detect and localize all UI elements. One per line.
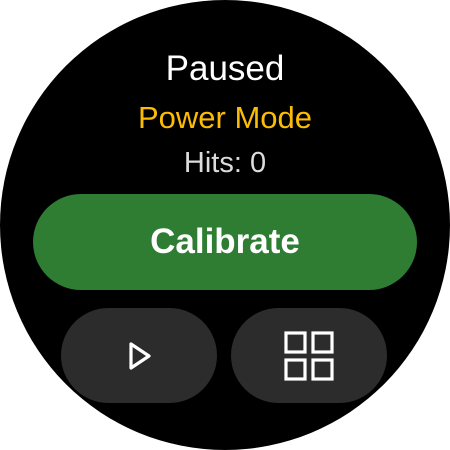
watch-face: Paused Power Mode Hits: 0 Calibrate: [0, 0, 450, 450]
mode-text: Power Mode: [137, 100, 313, 135]
status-text: Paused: [165, 49, 285, 88]
calibrate-label: Calibrate: [150, 222, 300, 261]
grid-button[interactable]: [231, 308, 387, 403]
grid-icon: [283, 330, 335, 382]
play-icon: [124, 341, 154, 371]
hits-counter: Hits: 0: [183, 147, 267, 179]
calibrate-button[interactable]: Calibrate: [33, 194, 417, 290]
play-button[interactable]: [61, 308, 217, 403]
